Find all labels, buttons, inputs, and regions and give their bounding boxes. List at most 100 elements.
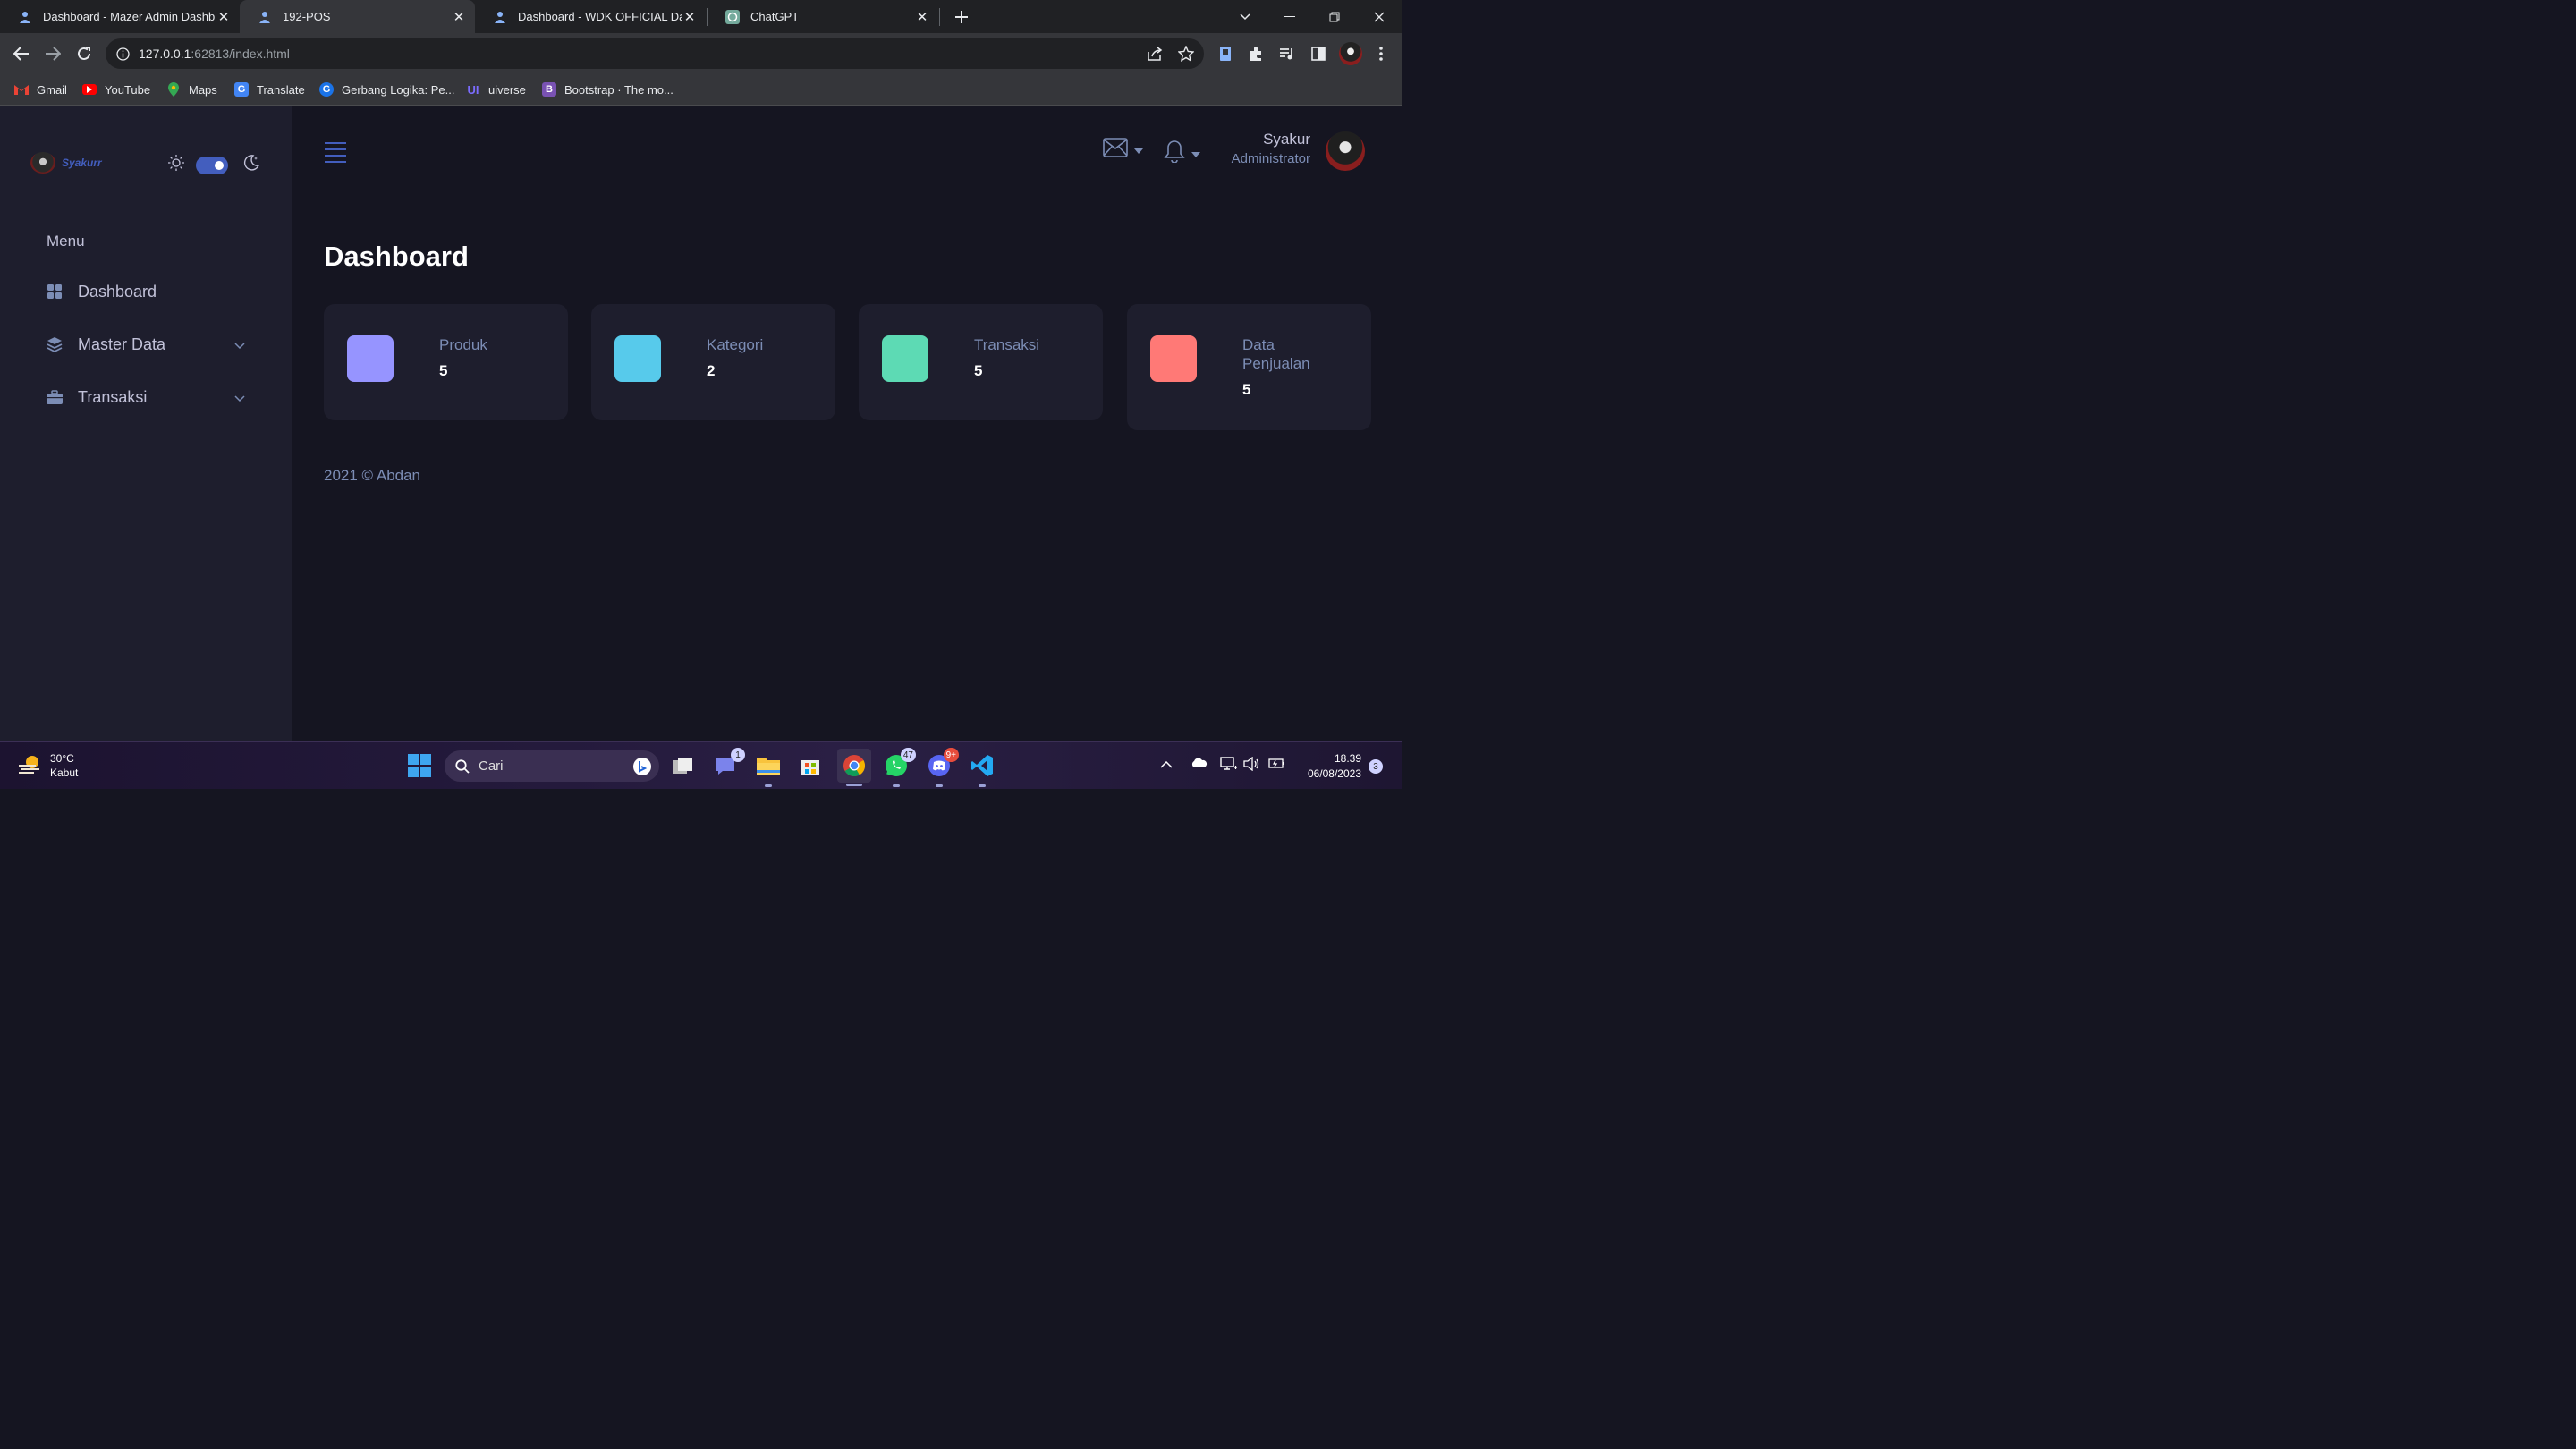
weather-widget[interactable]: 30°C Kabut [18, 751, 78, 780]
close-tab-icon[interactable]: ✕ [915, 10, 929, 25]
bookmark-star-icon[interactable] [1176, 44, 1196, 64]
chrome-taskbar-icon[interactable] [837, 749, 871, 786]
youtube-icon [82, 84, 97, 95]
vscode-icon[interactable] [968, 751, 996, 787]
sidebar: Syakurr Menu Dashboard Master Data Trans… [0, 106, 292, 741]
minimize-icon[interactable] [1268, 0, 1311, 33]
taskbar-search[interactable]: Cari [445, 750, 659, 782]
close-window-icon[interactable] [1358, 0, 1401, 33]
extension-icon[interactable] [1216, 44, 1235, 64]
close-tab-icon[interactable]: ✕ [682, 10, 697, 25]
person-favicon-icon [493, 10, 507, 24]
windows-taskbar: 30°C Kabut Cari 1 47 9+ 18.39 06/08/2023 … [0, 741, 1402, 789]
bookmark-gerbang-logika[interactable]: G Gerbang Logika: Pe... [319, 80, 454, 98]
user-avatar[interactable] [1326, 131, 1365, 171]
penjualan-icon-box [1150, 335, 1197, 382]
address-bar[interactable]: 127.0.0.1:62813/index.html [106, 38, 1204, 69]
close-tab-icon[interactable]: ✕ [216, 10, 231, 25]
sun-icon [167, 154, 185, 176]
media-playlist-icon[interactable] [1277, 44, 1297, 64]
weather-haze-icon [18, 753, 43, 779]
tab-title: Dashboard - Mazer Admin Dashb [43, 10, 216, 23]
site-info-icon[interactable] [116, 47, 130, 61]
teams-chat-icon[interactable]: 1 [711, 748, 745, 780]
bookmark-bootstrap[interactable]: B Bootstrap · The mo... [542, 80, 674, 98]
chevron-down-icon [234, 388, 245, 407]
whatsapp-icon[interactable]: 47 [882, 748, 916, 787]
bookmark-uiverse[interactable]: UI uiverse [466, 80, 526, 98]
person-favicon-icon [18, 10, 32, 24]
tab-192-pos[interactable]: 192-POS ✕ [240, 0, 475, 33]
close-tab-icon[interactable]: ✕ [452, 10, 466, 25]
tab-search-chevron-icon[interactable] [1224, 0, 1267, 33]
card-value: 2 [707, 362, 716, 379]
puzzle-extensions-icon[interactable] [1246, 44, 1266, 64]
bookmark-label: Gerbang Logika: Pe... [342, 82, 455, 97]
share-icon[interactable] [1145, 44, 1165, 64]
chrome-menu-icon[interactable] [1371, 44, 1391, 64]
brand-avatar [30, 152, 55, 174]
stat-card-produk: Produk 5 [324, 304, 568, 420]
profile-avatar[interactable] [1339, 42, 1362, 65]
file-explorer-icon[interactable] [754, 751, 783, 787]
url-path: :62813/index.html [191, 47, 290, 61]
tab-mazer-dashboard[interactable]: Dashboard - Mazer Admin Dashb ✕ [0, 0, 240, 33]
bookmark-label: uiverse [488, 82, 526, 97]
produk-icon-box [347, 335, 394, 382]
hamburger-menu-icon[interactable] [325, 142, 346, 163]
bookmark-translate[interactable]: G Translate [234, 80, 305, 98]
sidebar-item-transaksi[interactable]: Transaksi [47, 384, 245, 411]
running-indicator [936, 784, 943, 787]
messages-dropdown[interactable] [1103, 138, 1143, 162]
network-icon[interactable] [1220, 757, 1238, 774]
teams-badge: 1 [731, 748, 745, 762]
restore-icon[interactable] [1313, 0, 1356, 33]
tab-wdk-dashboard[interactable]: Dashboard - WDK OFFICIAL Dash ✕ [475, 0, 706, 33]
theme-switcher [167, 154, 260, 176]
menu-title: Menu [47, 233, 85, 250]
translate-icon: G [234, 82, 249, 97]
show-hidden-icons[interactable] [1160, 757, 1173, 771]
task-view-icon[interactable] [668, 751, 697, 780]
onedrive-icon[interactable] [1190, 757, 1208, 771]
footer-copyright: 2021 © Abdan [324, 467, 421, 484]
bootstrap-icon: B [542, 82, 556, 97]
start-button[interactable] [405, 751, 434, 780]
user-name[interactable]: Syakur [1263, 131, 1310, 148]
volume-icon[interactable] [1243, 756, 1259, 774]
sidebar-item-dashboard[interactable]: Dashboard [47, 278, 245, 305]
browser-toolbar: 127.0.0.1:62813/index.html [0, 33, 1402, 74]
bookmark-gmail[interactable]: Gmail [14, 80, 67, 98]
chevron-down-icon [234, 335, 245, 354]
reload-icon[interactable] [72, 41, 97, 66]
tab-chatgpt[interactable]: ChatGPT ✕ [708, 0, 938, 33]
card-label: Produk [439, 336, 487, 353]
screen: Dashboard - Mazer Admin Dashb ✕ 192-POS … [0, 0, 1402, 789]
search-placeholder: Cari [479, 758, 504, 774]
sidebar-item-label: Transaksi [78, 387, 148, 406]
back-icon[interactable] [9, 41, 34, 66]
side-panel-icon[interactable] [1309, 44, 1328, 64]
forward-icon[interactable] [40, 41, 65, 66]
notifications-dropdown[interactable] [1164, 140, 1200, 167]
card-label: Data Penjualan [1242, 336, 1310, 372]
brand-logo[interactable]: Syakurr [30, 152, 102, 174]
microsoft-store-icon[interactable] [796, 751, 825, 780]
stack-icon [47, 336, 63, 352]
system-clock[interactable]: 18.39 06/08/2023 [1308, 751, 1361, 782]
bookmark-label: Translate [257, 82, 305, 97]
battery-icon[interactable] [1267, 757, 1285, 772]
sidebar-item-label: Master Data [78, 335, 166, 353]
tab-title: 192-POS [283, 10, 331, 23]
notification-count[interactable]: 3 [1368, 759, 1383, 774]
toggle-knob [215, 160, 224, 170]
discord-icon[interactable]: 9+ [925, 748, 959, 787]
bookmark-maps[interactable]: Maps [166, 80, 217, 98]
new-tab-icon[interactable] [940, 0, 983, 33]
sidebar-item-master-data[interactable]: Master Data [47, 331, 245, 358]
dark-mode-toggle[interactable] [196, 156, 228, 174]
stat-card-data-penjualan: Data Penjualan 5 [1127, 304, 1371, 430]
card-value: 5 [439, 362, 448, 379]
card-value: 5 [1242, 381, 1251, 398]
bookmark-youtube[interactable]: YouTube [82, 80, 150, 98]
